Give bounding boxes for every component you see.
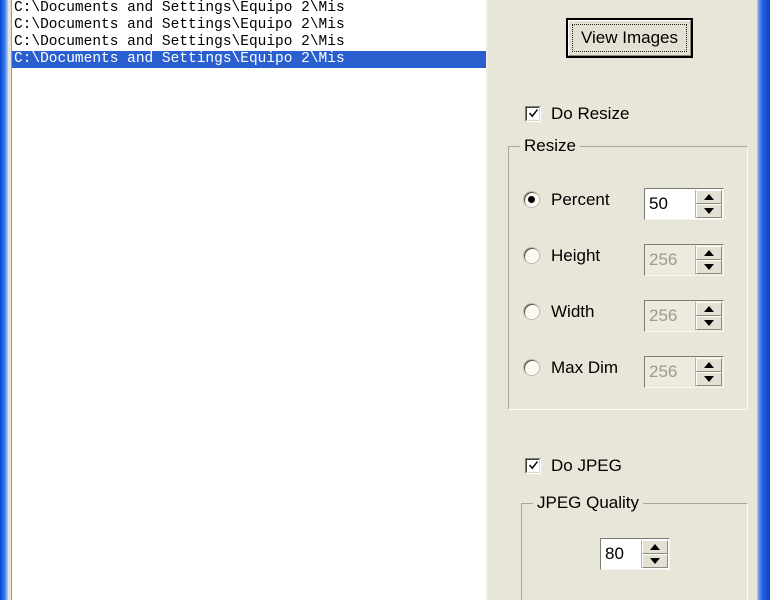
chevron-up-icon: [650, 544, 660, 550]
spinner-up-button[interactable]: [642, 540, 668, 554]
jpeg-quality-spinner-buttons: [641, 540, 668, 568]
jpeg-quality-groupbox-title: JPEG Quality: [533, 493, 643, 513]
view-images-button-label: View Images: [569, 28, 690, 48]
list-item[interactable]: C:\Documents and Settings\Equipo 2\Mis: [12, 17, 487, 34]
radio-circle-width[interactable]: [524, 304, 539, 319]
height-spinner[interactable]: 256: [644, 244, 724, 276]
list-item-selected[interactable]: C:\Documents and Settings\Equipo 2\Mis: [12, 51, 487, 68]
list-item[interactable]: C:\Documents and Settings\Equipo 2\Mis: [12, 34, 487, 51]
radio-height-label: Height: [551, 246, 600, 266]
width-spinner-buttons: [695, 302, 722, 330]
radio-max-dim[interactable]: Max Dim: [524, 358, 654, 380]
width-spinner-value: 256: [649, 306, 677, 326]
percent-spinner-buttons: [695, 190, 722, 218]
window-frame-right-edge: [757, 0, 770, 600]
percent-spinner[interactable]: 50: [644, 188, 724, 220]
chevron-up-icon: [704, 194, 714, 200]
radio-selected-dot: [528, 196, 535, 203]
chevron-down-icon: [650, 558, 660, 564]
options-panel: View Images Do Resize Resize Percent 50: [490, 0, 757, 600]
jpeg-quality-spinner-value: 80: [605, 544, 624, 564]
radio-circle-max-dim[interactable]: [524, 360, 539, 375]
radio-width[interactable]: Width: [524, 302, 654, 324]
chevron-down-icon: [704, 376, 714, 382]
list-item[interactable]: C:\Documents and Settings\Equipo 2\Mis: [12, 0, 487, 17]
chevron-up-icon: [704, 362, 714, 368]
chevron-up-icon: [704, 306, 714, 312]
do-resize-label: Do Resize: [551, 104, 629, 124]
chevron-down-icon: [704, 264, 714, 270]
max-dim-spinner-buttons: [695, 358, 722, 386]
radio-percent[interactable]: Percent: [524, 190, 654, 212]
checkbox-box[interactable]: [525, 458, 541, 474]
spinner-up-button[interactable]: [696, 302, 722, 316]
do-jpeg-label: Do JPEG: [551, 456, 622, 476]
do-jpeg-checkbox[interactable]: Do JPEG: [525, 456, 685, 476]
spinner-up-button[interactable]: [696, 358, 722, 372]
spinner-down-button[interactable]: [696, 204, 722, 218]
checkmark-icon: [528, 460, 539, 472]
spinner-down-button[interactable]: [696, 372, 722, 386]
resize-groupbox-title: Resize: [520, 136, 580, 156]
radio-max-dim-label: Max Dim: [551, 358, 618, 378]
spinner-down-button[interactable]: [642, 554, 668, 568]
file-path-listbox[interactable]: C:\Documents and Settings\Equipo 2\Mis C…: [11, 0, 487, 600]
chevron-up-icon: [704, 250, 714, 256]
width-spinner[interactable]: 256: [644, 300, 724, 332]
radio-circle-percent[interactable]: [524, 192, 539, 207]
radio-width-label: Width: [551, 302, 594, 322]
max-dim-spinner[interactable]: 256: [644, 356, 724, 388]
spinner-down-button[interactable]: [696, 260, 722, 274]
percent-spinner-value: 50: [649, 194, 668, 214]
button-bevel: View Images: [568, 20, 691, 56]
window-frame-left-edge: [0, 0, 8, 600]
spinner-up-button[interactable]: [696, 246, 722, 260]
checkbox-box[interactable]: [525, 106, 541, 122]
checkmark-icon: [528, 108, 539, 120]
image-resizer-dialog: C:\Documents and Settings\Equipo 2\Mis C…: [0, 0, 770, 600]
file-path-list: C:\Documents and Settings\Equipo 2\Mis C…: [12, 0, 487, 68]
jpeg-quality-spinner[interactable]: 80: [600, 538, 670, 570]
radio-height[interactable]: Height: [524, 246, 654, 268]
do-resize-checkbox[interactable]: Do Resize: [525, 104, 685, 124]
view-images-button[interactable]: View Images: [566, 18, 693, 58]
max-dim-spinner-value: 256: [649, 362, 677, 382]
radio-circle-height[interactable]: [524, 248, 539, 263]
spinner-up-button[interactable]: [696, 190, 722, 204]
chevron-down-icon: [704, 320, 714, 326]
height-spinner-buttons: [695, 246, 722, 274]
height-spinner-value: 256: [649, 250, 677, 270]
spinner-down-button[interactable]: [696, 316, 722, 330]
chevron-down-icon: [704, 208, 714, 214]
radio-percent-label: Percent: [551, 190, 610, 210]
